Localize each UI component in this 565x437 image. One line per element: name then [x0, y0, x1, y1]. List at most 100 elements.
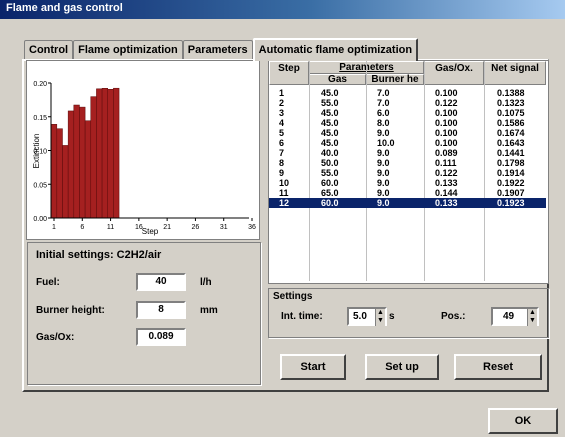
burner-height-unit: mm: [200, 305, 218, 316]
tab-parameters[interactable]: Parameters: [182, 40, 253, 60]
header-step: Step: [269, 61, 309, 85]
table-row[interactable]: 4 45.0 8.0 0.100 0.1586: [269, 118, 546, 128]
gas-ox-label: Gas/Ox:: [36, 332, 75, 343]
int-time-spinbox[interactable]: 5.0 ▲ ▼: [347, 307, 387, 326]
table-row[interactable]: 1 45.0 7.0 0.100 0.1388: [269, 88, 546, 98]
fuel-value-field: 40: [136, 273, 186, 291]
cell-net: 0.1441: [497, 148, 525, 158]
pos-value: 49: [503, 311, 515, 322]
optimization-table: Step Parameters Gas Burner he Gas/Ox. Ne…: [268, 60, 549, 284]
start-button[interactable]: Start: [280, 354, 346, 380]
table-row-selected[interactable]: 12 60.0 9.0 0.133 0.1923: [269, 198, 546, 208]
initial-settings-title: Initial settings: C2H2/air: [36, 249, 162, 261]
cell-burner: 6.0: [377, 108, 390, 118]
cell-gasox: 0.100: [435, 128, 458, 138]
cell-burner: 9.0: [377, 198, 390, 208]
table-row[interactable]: 3 45.0 6.0 0.100 0.1075: [269, 108, 546, 118]
int-time-spin-arrows[interactable]: ▲ ▼: [375, 309, 385, 326]
setup-button[interactable]: Set up: [365, 354, 439, 380]
bar-step-9: [96, 88, 103, 219]
table-row[interactable]: 5 45.0 9.0 0.100 0.1674: [269, 128, 546, 138]
table-row[interactable]: 9 55.0 9.0 0.122 0.1914: [269, 168, 546, 178]
pos-spinbox[interactable]: 49 ▲ ▼: [491, 307, 539, 326]
cell-gas: 45.0: [321, 128, 339, 138]
burner-height-value-field: 8: [136, 301, 186, 319]
cell-net: 0.1323: [497, 98, 525, 108]
table-row[interactable]: 10 60.0 9.0 0.133 0.1922: [269, 178, 546, 188]
table-row[interactable]: 7 40.0 9.0 0.089 0.1441: [269, 148, 546, 158]
cell-gasox: 0.089: [435, 148, 458, 158]
y-axis-title: Extinction: [32, 134, 41, 169]
cell-step: 6: [279, 138, 285, 148]
bar-step-7: [84, 120, 92, 219]
bar-step-6: [79, 106, 86, 219]
cell-burner: 9.0: [377, 128, 390, 138]
cell-gasox: 0.100: [435, 88, 458, 98]
cell-gas: 45.0: [321, 108, 339, 118]
table-row[interactable]: 8 50.0 9.0 0.111 0.1798: [269, 158, 546, 168]
table-row[interactable]: 6 45.0 10.0 0.100 0.1643: [269, 138, 546, 148]
cell-step: 1: [279, 88, 285, 98]
cell-net: 0.1922: [497, 178, 525, 188]
cell-gas: 60.0: [321, 198, 339, 208]
title-bar[interactable]: Flame and gas control: [0, 0, 565, 19]
x-tick-label: 36: [248, 224, 256, 231]
cell-step: 4: [279, 118, 285, 128]
cell-burner: 7.0: [377, 88, 390, 98]
cell-burner: 9.0: [377, 188, 390, 198]
fuel-unit: l/h: [200, 277, 212, 288]
cell-burner: 8.0: [377, 118, 390, 128]
tab-control[interactable]: Control: [24, 40, 74, 60]
y-tick-label: 0.05: [33, 182, 47, 189]
cell-net: 0.1075: [497, 108, 525, 118]
cell-gas: 60.0: [321, 178, 339, 188]
header-gas: Gas: [309, 74, 366, 85]
gas-ox-value-field: 0.089: [136, 328, 186, 346]
cell-gasox: 0.122: [435, 98, 458, 108]
pos-label: Pos.:: [441, 311, 466, 322]
cell-step: 5: [279, 128, 285, 138]
bar-step-10: [101, 88, 108, 219]
cell-burner: 9.0: [377, 178, 390, 188]
cell-net: 0.1586: [497, 118, 525, 128]
tab-automatic-flame-optimization[interactable]: Automatic flame optimization: [252, 38, 419, 61]
cell-burner: 10.0: [377, 138, 395, 148]
cell-gas: 40.0: [321, 148, 339, 158]
cell-step: 10: [279, 178, 290, 188]
cell-gasox: 0.133: [435, 178, 458, 188]
x-tick-label: 1: [52, 224, 56, 231]
cell-step: 2: [279, 98, 285, 108]
x-tick-label: 21: [163, 224, 171, 231]
table-row[interactable]: 2 55.0 7.0 0.122 0.1323: [269, 98, 546, 108]
pos-spin-arrows[interactable]: ▲ ▼: [527, 309, 537, 326]
cell-gas: 65.0: [321, 188, 339, 198]
y-tick-label: 0.15: [33, 115, 47, 122]
cell-net: 0.1388: [497, 88, 525, 98]
x-tick-label: 31: [220, 224, 228, 231]
reset-button[interactable]: Reset: [454, 354, 542, 380]
initial-settings-panel: Initial settings: C2H2/air Fuel: 40 l/h …: [27, 242, 261, 385]
int-time-value: 5.0: [353, 311, 367, 322]
bar-step-1: [50, 124, 58, 219]
window-title: Flame and gas control: [6, 2, 123, 14]
int-time-label: Int. time:: [281, 311, 323, 322]
table-row[interactable]: 11 65.0 9.0 0.144 0.1907: [269, 188, 546, 198]
cell-step: 9: [279, 168, 285, 178]
cell-gas: 45.0: [321, 118, 339, 128]
cell-gas: 55.0: [321, 98, 339, 108]
ok-button[interactable]: OK: [488, 408, 558, 434]
cell-burner: 7.0: [377, 98, 390, 108]
int-time-unit: s: [389, 311, 395, 322]
cell-net: 0.1798: [497, 158, 525, 168]
x-tick-label: 6: [80, 224, 84, 231]
tab-flame-optimization[interactable]: Flame optimization: [73, 40, 183, 60]
settings-title: Settings: [273, 291, 313, 302]
cell-gasox: 0.133: [435, 198, 458, 208]
extinction-chart: 0.20 0.15 0.10 0.05 0.00 1 6 11 16 21 26 31 36 Extin…: [26, 60, 260, 240]
cell-net: 0.1914: [497, 168, 525, 178]
bar-step-12: [113, 87, 120, 219]
cell-gas: 55.0: [321, 168, 339, 178]
tab-strip: Control Flame optimization Parameters Au…: [24, 38, 419, 61]
fuel-label: Fuel:: [36, 277, 60, 288]
cell-step: 7: [279, 148, 285, 158]
